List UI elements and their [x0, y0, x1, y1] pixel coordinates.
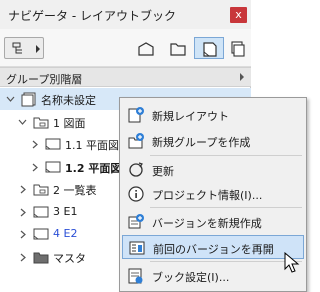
tree-row-label: 3 E1	[53, 205, 78, 218]
chevron-down-icon[interactable]	[6, 94, 15, 103]
master-folder-icon	[32, 249, 50, 268]
context-menu-item[interactable]: バージョンを新規作成	[122, 210, 304, 234]
project-map-button[interactable]	[130, 37, 160, 59]
chevron-right-icon[interactable]	[18, 229, 27, 239]
context-menu-item-label: プロジェクト情報(I)...	[152, 189, 263, 202]
context-menu-item[interactable]: 新規レイアウト	[122, 103, 304, 127]
context-menu-item-label: 新規グループを作成	[152, 136, 251, 149]
group-hierarchy-bar[interactable]: グループ別階層	[0, 67, 251, 87]
tree-row-label: マスタ	[53, 252, 86, 265]
sheet-icon	[44, 136, 62, 155]
publisher-sets-icon	[231, 41, 245, 57]
sheet-icon	[32, 226, 50, 245]
layout-book-button[interactable]	[194, 37, 224, 59]
chevron-right-icon[interactable]	[30, 162, 39, 172]
refresh-icon	[127, 161, 145, 179]
navigator-menu-button[interactable]	[4, 37, 44, 59]
layout-book-icon	[203, 42, 217, 57]
folder-icon	[32, 114, 50, 133]
tree-row-label: 4 E2	[53, 227, 78, 240]
context-menu-item[interactable]: プロジェクト情報(I)...	[122, 182, 304, 206]
context-menu-item-label: 前回のバージョンを再開	[153, 243, 274, 256]
project-map-icon	[138, 42, 154, 56]
context-menu-item-label: ブック設定(I)...	[152, 271, 230, 284]
chevron-right-icon	[240, 73, 244, 81]
new-layout-icon	[127, 106, 145, 124]
context-menu-item[interactable]: ブック設定(I)...	[122, 264, 304, 288]
sheet-icon	[32, 204, 50, 223]
book-settings-icon	[127, 267, 145, 285]
sheet-icon	[44, 159, 62, 178]
context-menu-item[interactable]: 新規グループを作成	[122, 129, 304, 153]
book-icon	[20, 91, 38, 110]
chevron-right-icon[interactable]	[18, 184, 27, 194]
tree-menu-icon	[12, 42, 22, 54]
tree-row-label: 名称未設定	[41, 94, 96, 107]
new-version-icon	[127, 213, 145, 231]
context-menu-item-label: 新規レイアウト	[152, 110, 229, 123]
toolbar	[0, 29, 251, 67]
tree-row-label: 1.2 平面図	[65, 162, 122, 175]
context-menu-item-label: 更新	[152, 165, 174, 178]
chevron-right-icon[interactable]	[18, 207, 27, 217]
tree-row-label: 1.1 平面図	[65, 139, 119, 152]
view-map-icon	[170, 43, 186, 56]
tree-row-label: 1 図面	[53, 117, 86, 130]
folder-icon	[32, 181, 50, 200]
chevron-right-icon[interactable]	[18, 252, 27, 262]
title-bar: ナビゲータ - レイアウトブック x	[0, 0, 251, 29]
chevron-down-icon[interactable]	[18, 117, 27, 126]
new-group-icon	[127, 132, 145, 150]
context-menu-item-label: バージョンを新規作成	[152, 217, 262, 230]
group-hierarchy-label: グループ別階層	[6, 73, 83, 86]
menu-separator	[150, 207, 302, 208]
context-menu-item[interactable]: 更新	[122, 158, 304, 182]
info-icon	[127, 185, 145, 203]
window-title: ナビゲータ - レイアウトブック	[8, 9, 176, 23]
dropdown-arrow-icon	[36, 45, 40, 53]
close-button[interactable]: x	[230, 7, 247, 23]
context-menu: 新規レイアウト新規グループを作成 更新プロジェクト情報(I)... バージョンを新規…	[119, 97, 307, 292]
view-map-button[interactable]	[162, 37, 192, 59]
mouse-cursor-icon	[284, 252, 300, 273]
menu-separator	[150, 261, 302, 262]
publisher-sets-button[interactable]	[222, 37, 252, 59]
tree-row-label: 2 一覧表	[53, 184, 97, 197]
context-menu-item[interactable]: 前回のバージョンを再開	[122, 235, 304, 259]
restore-version-icon	[128, 239, 146, 257]
menu-separator	[150, 155, 302, 156]
chevron-right-icon[interactable]	[30, 139, 39, 149]
